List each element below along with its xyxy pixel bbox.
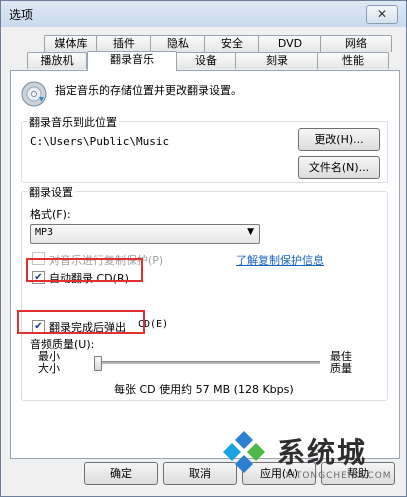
slider-thumb[interactable] [94,356,102,371]
watermark-text: 系统城 [277,436,368,469]
format-label: 格式(F): [30,208,71,221]
highlight-auto-rip [26,258,143,282]
tab-player[interactable]: 播放机 [27,52,87,69]
options-dialog: 选项 ✕ 媒体库 插件 隐私 安全 DVD 网络 播放机 翻录音乐 设备 刻录 … [0,0,407,497]
tab-dvd[interactable]: DVD [258,35,322,52]
audio-quality-slider[interactable] [94,356,320,371]
cd-music-icon [21,81,47,107]
tab-security[interactable]: 安全 [204,35,260,52]
close-icon: ✕ [376,7,388,21]
window-title: 选项 [9,8,34,22]
quality-info: 每张 CD 使用约 57 MB (128 Kbps) [114,383,294,396]
file-name-button[interactable]: 文件名(N)... [298,156,380,179]
quality-max-label: 最佳 质量 [330,350,352,375]
watermark-subtext: XITONGCHENG.COM [285,471,392,481]
rip-location-path: C:\Users\Public\Music [30,135,170,148]
watermark-logo-icon [223,431,265,473]
panel-description: 指定音乐的存储位置并更改翻录设置。 [55,84,242,97]
change-location-button[interactable]: 更改(H)... [298,128,380,151]
close-button[interactable]: ✕ [366,5,398,24]
copy-protect-info-link[interactable]: 了解复制保护信息 [236,252,324,268]
tab-plugins[interactable]: 插件 [96,35,152,52]
tab-rip-music[interactable]: 翻录音乐 [87,51,177,71]
rip-settings-group: 翻录设置 格式(F): MP3 ▼ 对音乐进行复制保护(P) 了解复制保护信息 … [21,184,388,401]
highlight-eject [17,310,145,334]
tab-devices[interactable]: 设备 [175,52,237,69]
quality-min-label: 最小 大小 [38,350,60,375]
format-value: MP3 [35,227,54,238]
tab-network[interactable]: 网络 [320,35,392,52]
format-select[interactable]: MP3 ▼ [30,224,260,244]
tab-burn[interactable]: 刻录 [235,52,319,69]
tab-privacy[interactable]: 隐私 [150,35,206,52]
rip-location-group: 翻录音乐到此位置 C:\Users\Public\Music 更改(H)... … [21,114,388,183]
watermark: 系统城 XITONGCHENG.COM [219,421,399,491]
slider-track [94,361,320,364]
chevron-down-icon: ▼ [247,227,254,237]
tab-performance[interactable]: 性能 [317,52,389,69]
ok-button[interactable]: 确定 [84,462,158,485]
rip-location-label: 翻录音乐到此位置 [27,114,119,130]
rip-settings-label: 翻录设置 [27,184,75,200]
tab-library[interactable]: 媒体库 [44,35,98,52]
title-bar: 选项 ✕ [1,1,406,27]
